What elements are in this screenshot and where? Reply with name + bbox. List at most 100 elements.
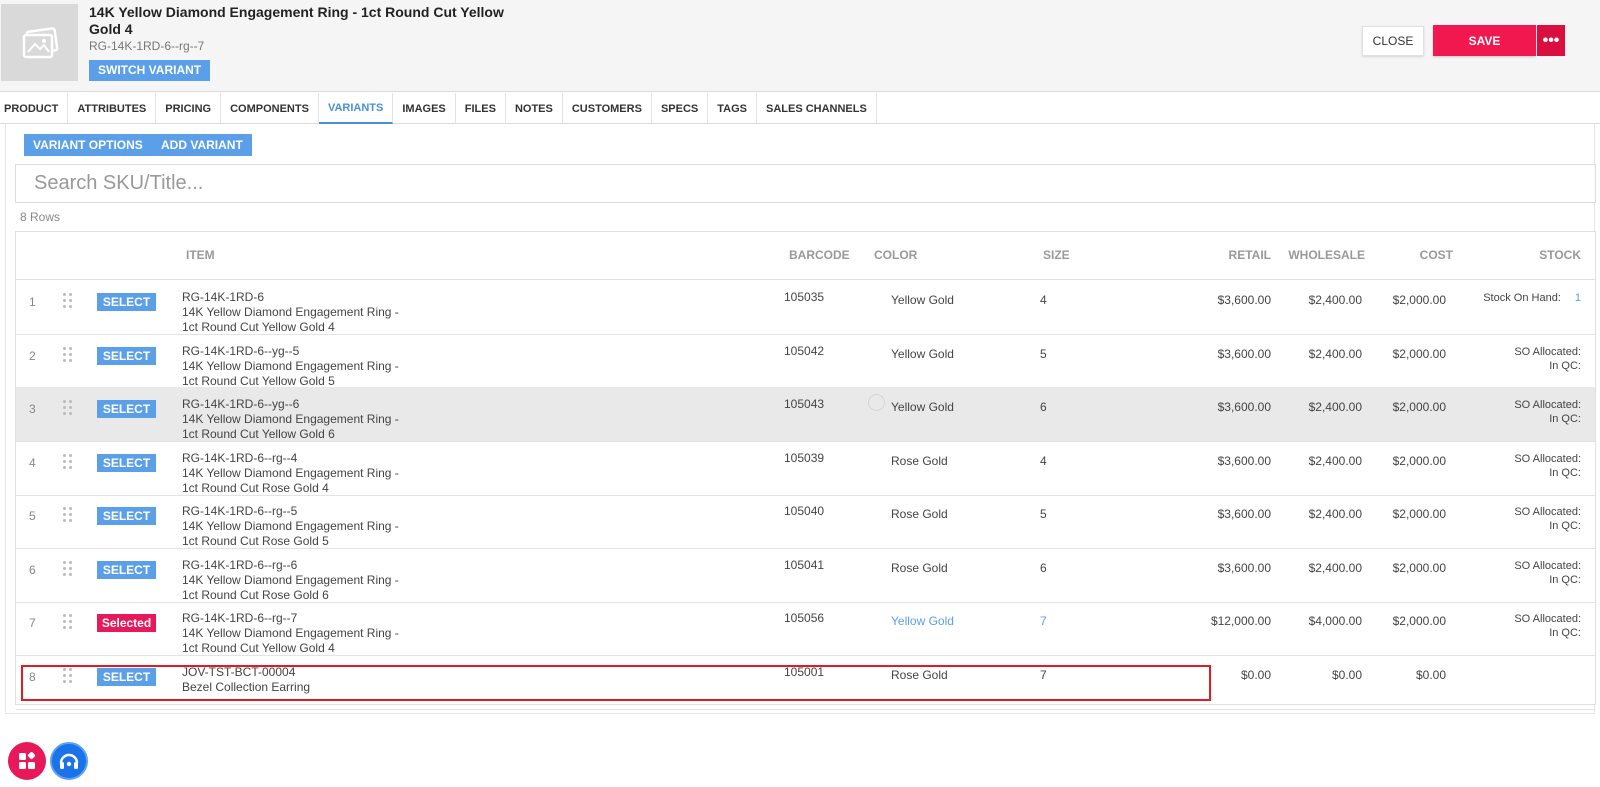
table-row[interactable]: 1 SELECT RG-14K-1RD-6 14K Yellow Diamond En… bbox=[16, 280, 1595, 335]
row-number: 3 bbox=[29, 402, 36, 416]
tab-files[interactable]: FILES bbox=[456, 93, 506, 124]
retail-cell: $3,600.00 bbox=[1217, 293, 1271, 307]
tab-specs[interactable]: SPECS bbox=[652, 93, 709, 124]
drag-handle-icon[interactable] bbox=[63, 293, 73, 309]
column-header-color[interactable]: COLOR bbox=[874, 248, 917, 262]
wholesale-cell: $2,400.00 bbox=[1308, 454, 1362, 468]
barcode-cell: 105035 bbox=[784, 290, 825, 304]
select-button[interactable]: SELECT bbox=[97, 454, 156, 472]
drag-handle-icon[interactable] bbox=[63, 507, 73, 523]
stock-qc-label: In QC: bbox=[1549, 520, 1581, 532]
select-button[interactable]: SELECT bbox=[97, 507, 156, 525]
cost-cell: $2,000.00 bbox=[1392, 507, 1446, 521]
item-cell: RG-14K-1RD-6--rg--4 14K Yellow Diamond En… bbox=[182, 451, 432, 496]
item-sku: RG-14K-1RD-6--rg--7 bbox=[182, 611, 298, 625]
select-button[interactable]: SELECT bbox=[97, 293, 156, 311]
select-button[interactable]: SELECT bbox=[97, 347, 156, 365]
tab-notes[interactable]: NOTES bbox=[506, 93, 563, 124]
column-header-item[interactable]: ITEM bbox=[186, 248, 215, 262]
tab-customers[interactable]: CUSTOMERS bbox=[563, 93, 652, 124]
item-sku: RG-14K-1RD-6 bbox=[182, 290, 265, 304]
column-header-cost[interactable]: COST bbox=[1420, 248, 1453, 262]
stock-cell: SO Allocated: In QC: bbox=[1514, 345, 1581, 373]
add-variant-button[interactable]: ADD VARIANT bbox=[152, 134, 252, 156]
size-cell: 4 bbox=[1040, 293, 1047, 307]
stock-qc-label: In QC: bbox=[1549, 467, 1581, 479]
select-button[interactable]: SELECT bbox=[97, 561, 156, 579]
image-placeholder-icon[interactable] bbox=[1, 4, 78, 81]
drag-handle-icon[interactable] bbox=[63, 614, 73, 630]
barcode-cell: 105001 bbox=[784, 665, 825, 679]
drag-handle-icon[interactable] bbox=[63, 454, 73, 470]
retail-cell: $3,600.00 bbox=[1217, 347, 1271, 361]
size-cell[interactable]: 7 bbox=[1040, 614, 1047, 628]
table-row[interactable]: 2 SELECT RG-14K-1RD-6--yg--5 14K Yellow Dia… bbox=[16, 334, 1595, 389]
select-button[interactable]: SELECT bbox=[97, 400, 156, 418]
column-header-size[interactable]: SIZE bbox=[1043, 248, 1070, 262]
variant-options-button[interactable]: VARIANT OPTIONS bbox=[24, 134, 152, 156]
radio-circle[interactable] bbox=[868, 394, 885, 411]
table-row[interactable]: 6 SELECT RG-14K-1RD-6--rg--6 14K Yellow Dia… bbox=[16, 548, 1595, 603]
color-cell[interactable]: Yellow Gold bbox=[891, 614, 954, 628]
tab-attributes[interactable]: ATTRIBUTES bbox=[68, 93, 157, 124]
color-cell: Yellow Gold bbox=[891, 293, 954, 307]
tab-bar: PRODUCT ATTRIBUTES PRICING COMPONENTS VA… bbox=[0, 93, 1600, 124]
selected-badge[interactable]: Selected bbox=[97, 614, 156, 632]
drag-handle-icon[interactable] bbox=[63, 347, 73, 363]
tab-sales-channels[interactable]: SALES CHANNELS bbox=[757, 93, 877, 124]
stock-label: SO Allocated: bbox=[1514, 613, 1581, 625]
stock-cell: SO Allocated: In QC: bbox=[1514, 505, 1581, 533]
table-header: ITEM BARCODE COLOR SIZE RETAIL WHOLESALE… bbox=[16, 232, 1595, 280]
item-name-line2: 1ct Round Cut Yellow Gold 4 bbox=[182, 641, 335, 655]
size-cell: 6 bbox=[1040, 400, 1047, 414]
tab-variants[interactable]: VARIANTS bbox=[318, 93, 394, 124]
close-button[interactable]: CLOSE bbox=[1362, 26, 1424, 56]
tab-components[interactable]: COMPONENTS bbox=[221, 93, 319, 124]
more-options-icon[interactable]: ••• bbox=[1537, 25, 1565, 56]
cost-cell: $2,000.00 bbox=[1392, 561, 1446, 575]
tab-product[interactable]: PRODUCT bbox=[0, 93, 69, 124]
table-row[interactable]: 3 SELECT RG-14K-1RD-6--yg--6 14K Yellow Dia… bbox=[16, 387, 1595, 442]
stock-qc-label: In QC: bbox=[1549, 360, 1581, 372]
switch-variant-button[interactable]: SWITCH VARIANT bbox=[89, 60, 211, 81]
table-row[interactable]: 5 SELECT RG-14K-1RD-6--rg--5 14K Yellow Dia… bbox=[16, 494, 1595, 549]
column-header-barcode[interactable]: BARCODE bbox=[789, 248, 850, 262]
drag-handle-icon[interactable] bbox=[63, 561, 73, 577]
select-button[interactable]: SELECT bbox=[97, 668, 156, 686]
stock-qty-link[interactable]: 1 bbox=[1575, 292, 1581, 304]
item-sku: JOV-TST-BCT-00004 bbox=[182, 665, 296, 679]
color-cell: Rose Gold bbox=[891, 454, 948, 468]
item-name-line2: 1ct Round Cut Rose Gold 5 bbox=[182, 534, 329, 548]
tab-images[interactable]: IMAGES bbox=[393, 93, 456, 124]
table-row[interactable]: 8 SELECT JOV-TST-BCT-00004 Bezel Collection… bbox=[16, 655, 1595, 710]
row-number: 2 bbox=[29, 349, 36, 363]
stock-cell: SO Allocated: In QC: bbox=[1514, 612, 1581, 640]
table-row[interactable]: 7 Selected RG-14K-1RD-6--rg--7 14K Yellow D… bbox=[16, 601, 1595, 656]
size-cell: 5 bbox=[1040, 347, 1047, 361]
size-cell: 4 bbox=[1040, 454, 1047, 468]
drag-handle-icon[interactable] bbox=[63, 668, 73, 684]
tab-tags[interactable]: TAGS bbox=[708, 93, 757, 124]
product-sku: RG-14K-1RD-6--rg--7 bbox=[89, 39, 205, 53]
item-name-line1: Bezel Collection Earring bbox=[182, 680, 311, 694]
column-header-stock[interactable]: STOCK bbox=[1539, 248, 1581, 262]
apps-grid-icon[interactable] bbox=[8, 742, 46, 780]
column-header-wholesale[interactable]: WHOLESALE bbox=[1288, 248, 1365, 262]
search-input[interactable] bbox=[15, 164, 1596, 203]
item-cell: RG-14K-1RD-6--yg--6 14K Yellow Diamond En… bbox=[182, 397, 432, 442]
cost-cell: $2,000.00 bbox=[1392, 614, 1446, 628]
item-name-line1: 14K Yellow Diamond Engagement Ring - bbox=[182, 573, 399, 587]
stock-label: SO Allocated: bbox=[1514, 453, 1581, 465]
retail-cell: $3,600.00 bbox=[1217, 400, 1271, 414]
cost-cell: $0.00 bbox=[1415, 668, 1446, 682]
headset-support-icon[interactable] bbox=[50, 742, 88, 780]
item-name-line1: 14K Yellow Diamond Engagement Ring - bbox=[182, 359, 399, 373]
drag-handle-icon[interactable] bbox=[63, 400, 73, 416]
retail-cell: $12,000.00 bbox=[1210, 614, 1271, 628]
save-button[interactable]: SAVE bbox=[1433, 25, 1536, 56]
column-header-retail[interactable]: RETAIL bbox=[1229, 248, 1271, 262]
table-row[interactable]: 4 SELECT RG-14K-1RD-6--rg--4 14K Yellow Dia… bbox=[16, 441, 1595, 496]
stock-label: Stock On Hand: bbox=[1483, 292, 1561, 304]
wholesale-cell: $2,400.00 bbox=[1308, 347, 1362, 361]
tab-pricing[interactable]: PRICING bbox=[156, 93, 222, 124]
